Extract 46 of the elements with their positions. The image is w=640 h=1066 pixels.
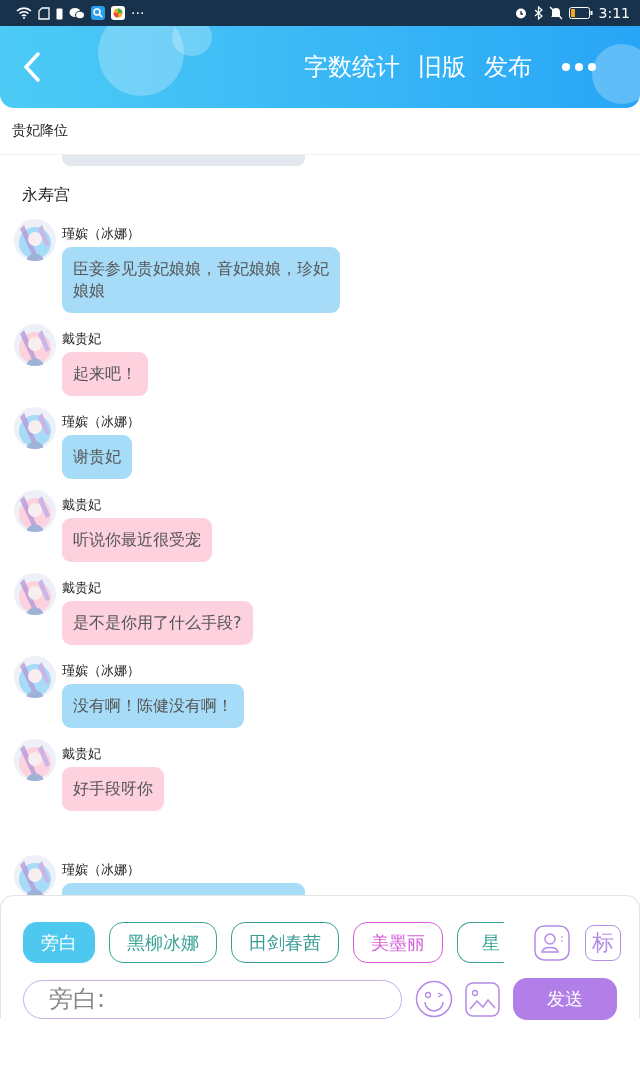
alarm-icon	[513, 6, 528, 20]
role-tab[interactable]: 美墨丽	[353, 922, 443, 963]
header-action-button[interactable]: 旧版	[418, 51, 466, 83]
speaker-name: 戴贵妃	[62, 580, 101, 596]
speaker-name: 瑾嫔（冰娜）	[62, 663, 140, 679]
speaker-name: 瑾嫔（冰娜）	[62, 226, 140, 242]
speaker-name: 戴贵妃	[62, 331, 101, 347]
wifi-icon	[16, 7, 32, 19]
clock-text: 3:11	[598, 5, 630, 21]
speaker-name: 瑾嫔（冰娜）	[62, 414, 140, 430]
battery-icon	[56, 6, 63, 20]
more-icon[interactable]	[561, 62, 597, 72]
sim-card-icon	[38, 6, 50, 20]
role-tab[interactable]: 旁白	[23, 922, 95, 963]
background-circle	[592, 44, 640, 104]
header-action-button[interactable]: 字数统计	[304, 51, 400, 83]
character-icon[interactable]	[534, 924, 570, 961]
more-notifications-text: ···	[131, 5, 145, 21]
speaker-name: 戴贵妃	[62, 497, 101, 513]
scene-heading: 永寿宫	[22, 184, 71, 206]
bluetooth-icon	[533, 6, 543, 20]
dialogue-input[interactable]: 旁白:	[23, 979, 402, 1019]
chat-bubble: 没有啊！陈健没有啊！	[62, 684, 244, 728]
send-button[interactable]: 发送	[513, 978, 617, 1020]
document-title: 贵妃降位	[12, 122, 68, 140]
role-tab[interactable]: 星	[457, 922, 504, 963]
image-icon[interactable]	[465, 981, 500, 1017]
chat-bubble: 是不是你用了什么手段?	[62, 601, 253, 645]
back-icon[interactable]	[22, 51, 42, 83]
speaker-name: 戴贵妃	[62, 746, 101, 762]
role-tab[interactable]: 田剑春茜	[231, 922, 339, 963]
role-tab[interactable]: 黑柳冰娜	[109, 922, 217, 963]
header-action-button[interactable]: 发布	[484, 51, 532, 83]
speaker-name: 瑾嫔（冰娜）	[62, 862, 140, 878]
emoji-icon[interactable]	[415, 980, 453, 1018]
chat-bubble: 听说你最近很受宠	[62, 518, 212, 562]
battery-level-icon	[568, 7, 593, 19]
chat-bubble: 臣妾参见贵妃娘娘，音妃娘娘，珍妃娘娘	[62, 247, 340, 313]
chat-bubble: 好手段呀你	[62, 767, 164, 811]
chat-bubble: 谢贵妃	[62, 435, 132, 479]
app-icon	[111, 6, 125, 20]
mute-bell-icon	[548, 6, 563, 20]
mark-button[interactable]: 标	[585, 924, 621, 961]
chat-app-icon	[69, 6, 85, 20]
chat-bubble: 起来吧！	[62, 352, 148, 396]
search-app-icon	[91, 6, 105, 20]
